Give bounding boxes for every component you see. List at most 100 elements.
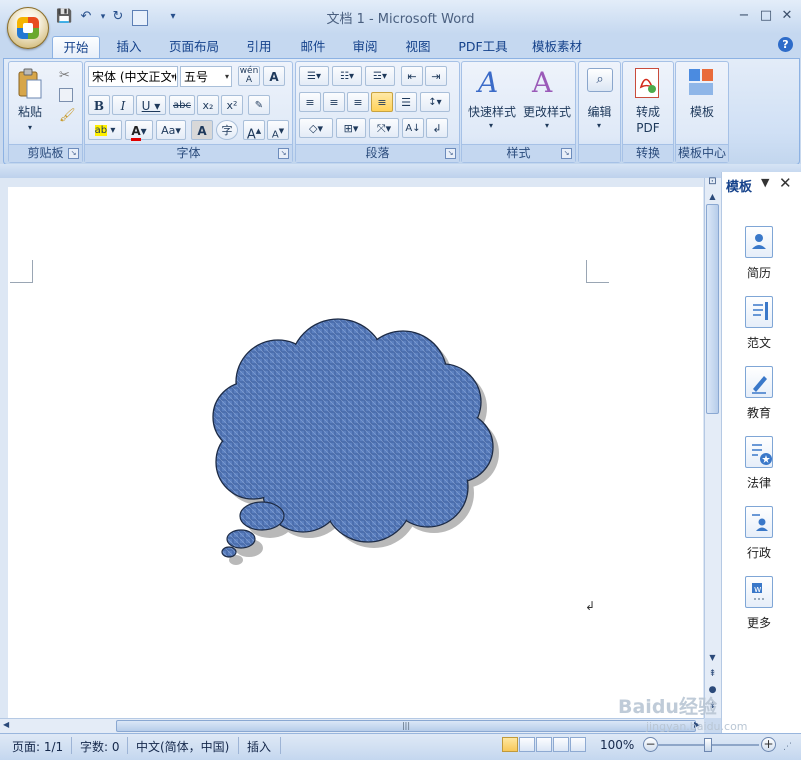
cut-icon[interactable]: ✂	[59, 68, 70, 83]
quick-styles-icon[interactable]: A	[478, 66, 498, 99]
show-marks-button[interactable]: ↲	[426, 118, 448, 138]
side-item-education[interactable]: 教育	[738, 366, 780, 421]
side-item-sample-essay[interactable]: 范文	[738, 296, 780, 351]
thought-bubble-shape[interactable]	[8, 187, 703, 718]
binoculars-icon[interactable]: ⌕	[587, 68, 613, 92]
tab-review[interactable]: 审阅	[344, 36, 386, 58]
chinese-layout-button[interactable]: ⤧▾	[369, 118, 399, 138]
tab-home[interactable]: 开始	[52, 36, 100, 59]
side-item-law[interactable]: 法律	[738, 436, 780, 491]
pdf-icon[interactable]	[635, 68, 659, 98]
styles-launcher-icon[interactable]: ↘	[561, 148, 572, 159]
zoom-slider-thumb[interactable]	[704, 738, 712, 752]
editing-dropdown-icon[interactable]: ▾	[592, 118, 606, 134]
quick-styles-dropdown-icon[interactable]: ▾	[484, 118, 498, 134]
horizontal-scroll-thumb[interactable]: |||	[116, 720, 696, 732]
enclose-characters-button[interactable]: 字	[216, 120, 238, 140]
paste-button[interactable]: 粘贴	[13, 104, 47, 120]
format-painter-icon[interactable]: 🖌	[59, 108, 76, 123]
change-styles-dropdown-icon[interactable]: ▾	[540, 118, 554, 134]
status-language[interactable]: 中文(简体，中国)	[136, 738, 229, 755]
template-icon[interactable]	[688, 68, 714, 96]
ruler-toggle-icon[interactable]: ⊡	[706, 176, 719, 188]
scroll-down-arrow[interactable]: ▼	[706, 652, 719, 664]
decrease-indent-button[interactable]: ⇤	[401, 66, 423, 86]
tab-references[interactable]: 引用	[238, 36, 280, 58]
tab-template-materials[interactable]: 模板素材	[526, 36, 588, 58]
vertical-scroll-thumb[interactable]	[706, 204, 719, 414]
status-word-count[interactable]: 字数: 0	[80, 738, 120, 755]
tab-page-layout[interactable]: 页面布局	[163, 36, 225, 58]
document-page[interactable]: ↲	[8, 187, 703, 718]
outline-view-icon[interactable]	[553, 737, 569, 752]
increase-indent-button[interactable]: ⇥	[425, 66, 447, 86]
font-name-combo[interactable]: 宋体 (中文正文) ▾	[88, 66, 178, 87]
clear-format-button[interactable]: A	[263, 66, 285, 86]
minimize-button[interactable]: −	[733, 8, 755, 24]
grow-font-button[interactable]: A▲	[243, 120, 265, 142]
draft-view-icon[interactable]	[570, 737, 586, 752]
shading-button[interactable]: ◇▾	[299, 118, 333, 138]
phonetic-guide-button[interactable]: wén A	[238, 66, 260, 86]
font-color-button[interactable]: A▾	[125, 120, 153, 141]
change-case-button[interactable]: Aa▾	[156, 120, 186, 140]
scroll-up-arrow[interactable]: ▲	[706, 191, 719, 203]
close-button[interactable]: ✕	[776, 8, 798, 24]
side-item-admin[interactable]: 行政	[738, 506, 780, 561]
print-layout-view-icon[interactable]	[502, 737, 518, 752]
italic-button[interactable]: I	[112, 95, 134, 115]
borders-button[interactable]: ⊞▾	[336, 118, 366, 138]
tab-view[interactable]: 视图	[397, 36, 439, 58]
tab-mailings[interactable]: 邮件	[292, 36, 334, 58]
multilevel-list-button[interactable]: ☲▾	[365, 66, 395, 86]
scroll-left-arrow[interactable]: ◀	[3, 720, 9, 729]
strikethrough-button[interactable]: abc	[169, 95, 195, 115]
tab-pdf-tools[interactable]: PDF工具	[452, 36, 514, 58]
side-item-resume[interactable]: 简历	[738, 226, 780, 281]
help-icon[interactable]: ?	[778, 37, 793, 52]
convert-pdf-line1[interactable]: 转成	[625, 104, 671, 120]
side-panel-dropdown-icon[interactable]: ▼	[761, 176, 769, 189]
side-panel-close-icon[interactable]: ✕	[779, 174, 792, 192]
numbering-button[interactable]: ☷▾	[332, 66, 362, 86]
paste-icon[interactable]	[17, 68, 43, 100]
align-right-button[interactable]: ≡	[347, 92, 369, 112]
align-center-button[interactable]: ≡	[323, 92, 345, 112]
tab-insert[interactable]: 插入	[108, 36, 150, 58]
status-insert-mode[interactable]: 插入	[247, 738, 271, 755]
bullets-button[interactable]: ☰▾	[299, 66, 329, 86]
status-page[interactable]: 页面: 1/1	[12, 738, 63, 755]
subscript-button[interactable]: x₂	[197, 95, 219, 115]
change-styles-icon[interactable]: A	[532, 66, 552, 99]
underline-button[interactable]: U ▾	[136, 95, 166, 115]
paragraph-launcher-icon[interactable]: ↘	[445, 148, 456, 159]
font-size-combo[interactable]: 五号 ▾	[180, 66, 232, 87]
previous-page-icon[interactable]: ⇞	[706, 668, 719, 680]
full-screen-reading-view-icon[interactable]	[519, 737, 535, 752]
justify-button[interactable]: ≡	[371, 92, 393, 112]
bold-button[interactable]: B	[88, 95, 110, 115]
office-button[interactable]	[7, 7, 49, 49]
align-left-button[interactable]: ≡	[299, 92, 321, 112]
distributed-button[interactable]: ☰	[395, 92, 417, 112]
template-button[interactable]: 模板	[678, 104, 726, 120]
paste-dropdown-icon[interactable]: ▾	[23, 120, 37, 136]
line-spacing-button[interactable]: ↕▾	[420, 92, 450, 112]
font-launcher-icon[interactable]: ↘	[278, 148, 289, 159]
web-layout-view-icon[interactable]	[536, 737, 552, 752]
copy-icon[interactable]	[59, 88, 73, 102]
sort-button[interactable]: A↓	[402, 118, 424, 138]
superscript-button[interactable]: x²	[221, 95, 243, 115]
zoom-level[interactable]: 100%	[600, 738, 634, 752]
character-shading-button[interactable]: A	[191, 120, 213, 140]
change-case-icon[interactable]: ✎	[248, 95, 270, 115]
resize-grip-icon[interactable]: ⋰	[783, 742, 792, 752]
side-item-more[interactable]: w 更多	[738, 576, 780, 631]
shrink-font-button[interactable]: A▼	[267, 120, 289, 140]
clipboard-launcher-icon[interactable]: ↘	[68, 148, 79, 159]
maximize-button[interactable]: □	[755, 8, 777, 24]
zoom-in-icon[interactable]: +	[761, 737, 776, 752]
convert-pdf-line2[interactable]: PDF	[625, 120, 671, 136]
zoom-out-icon[interactable]: −	[643, 737, 658, 752]
highlight-button[interactable]: ab ▾	[88, 120, 122, 140]
